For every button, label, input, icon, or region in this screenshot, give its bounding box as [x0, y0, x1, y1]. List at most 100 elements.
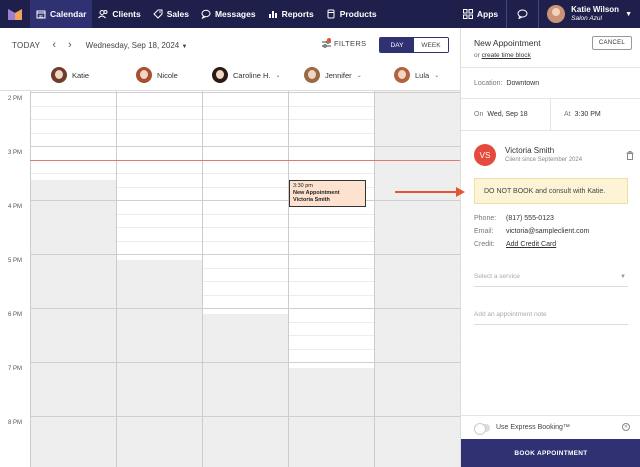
- nav-sales[interactable]: Sales: [147, 0, 195, 28]
- filters-button[interactable]: FILTERS: [322, 37, 367, 48]
- chevron-down-icon: ⌄: [356, 72, 362, 79]
- caret-down-icon: ▼: [620, 274, 626, 280]
- time-column: 2 PM 3 PM 4 PM 5 PM 6 PM 7 PM 8 PM: [0, 91, 30, 467]
- location-row[interactable]: Location: Downtown: [461, 68, 640, 99]
- speech-bubble-icon: [517, 9, 528, 19]
- today-button[interactable]: TODAY: [12, 41, 40, 50]
- staff-column-header[interactable]: Jennifer ⌄: [304, 67, 362, 83]
- user-name: Katie Wilson: [571, 5, 620, 14]
- caret-down-icon: ▼: [625, 10, 632, 18]
- email-label: Email:: [474, 228, 494, 235]
- view-day-button[interactable]: DAY: [380, 38, 414, 52]
- messages-button[interactable]: [506, 0, 540, 28]
- nav-calendar-label: Calendar: [50, 9, 87, 19]
- hour-line: [30, 254, 460, 255]
- time-value: 3:30 PM: [574, 111, 601, 118]
- slot-line: [30, 173, 460, 174]
- user-salon: Salon Azul: [571, 15, 602, 22]
- unavailable-block: [288, 368, 374, 467]
- date-selector[interactable]: Wednesday, Sep 18, 2024 ▼: [86, 41, 188, 50]
- panel-header: New Appointment or create time block CAN…: [461, 28, 640, 68]
- panel-title: New Appointment: [474, 38, 541, 48]
- nav-messages[interactable]: Messages: [195, 0, 262, 28]
- user-menu[interactable]: Katie Wilson Salon Azul ▼: [539, 5, 640, 23]
- clients-icon: [98, 10, 108, 19]
- express-booking-toggle[interactable]: [474, 422, 490, 435]
- cancel-button[interactable]: CANCEL: [592, 36, 632, 50]
- slot-line: [30, 403, 460, 404]
- date-time-row: On Wed, Sep 18 At 3:30 PM: [461, 99, 640, 131]
- slot-line: [30, 376, 460, 377]
- filter-icon: [322, 37, 331, 48]
- close-circle-icon[interactable]: ✕: [622, 423, 630, 431]
- user-text: Katie Wilson Salon Azul: [571, 5, 619, 23]
- slot-line: [30, 106, 460, 107]
- staff-column-header[interactable]: Caroline H. ⌄: [212, 67, 281, 83]
- staff-column-header[interactable]: Lula ⌄: [394, 67, 439, 83]
- nav-messages-label: Messages: [214, 9, 256, 19]
- slot-line: [30, 281, 460, 282]
- trash-icon[interactable]: [626, 151, 634, 160]
- add-credit-card-link[interactable]: Add Credit Card: [506, 241, 556, 248]
- apps-label: Apps: [476, 9, 499, 19]
- hour-line: [30, 308, 460, 309]
- new-appointment-block[interactable]: 3:30 pm New Appointment Victoria Smith: [289, 180, 366, 207]
- time-field[interactable]: At 3:30 PM: [550, 99, 640, 130]
- at-label: At: [564, 111, 571, 118]
- express-booking-row: Use Express Booking™ ✕: [461, 415, 640, 439]
- slot-line: [30, 389, 460, 390]
- hour-line: [30, 146, 460, 147]
- email-row: Email: victoria@sampleclient.com: [474, 228, 589, 235]
- slot-line: [30, 430, 460, 431]
- location-label: Location:: [474, 79, 503, 87]
- staff-header: Katie Nicole Caroline H. ⌄ Jennifer ⌄ Lu…: [30, 62, 460, 90]
- client-name[interactable]: Victoria Smith: [505, 146, 554, 155]
- calendar-grid[interactable]: 2 PM 3 PM 4 PM 5 PM 6 PM 7 PM 8 PM 3:30 …: [0, 90, 460, 467]
- chevron-right-icon[interactable]: ›: [68, 39, 72, 51]
- location-value: Downtown: [506, 79, 540, 87]
- current-time-line: [30, 160, 460, 161]
- unavailable-block: [116, 260, 202, 467]
- time-label: 2 PM: [8, 96, 23, 102]
- nav-sales-label: Sales: [166, 9, 189, 19]
- filters-label: FILTERS: [334, 39, 367, 48]
- time-label: 5 PM: [8, 258, 23, 264]
- chevron-left-icon[interactable]: ‹: [52, 39, 56, 51]
- logo-icon: [8, 9, 22, 20]
- date-field[interactable]: On Wed, Sep 18: [461, 99, 550, 130]
- staff-column: [288, 91, 289, 467]
- staff-column-header[interactable]: Katie: [51, 67, 89, 83]
- service-select[interactable]: Select a service ▼: [474, 273, 628, 287]
- apps-button[interactable]: Apps: [455, 9, 506, 19]
- nav-products[interactable]: Products: [320, 0, 383, 28]
- staff-avatar: [51, 67, 67, 83]
- annotation-arrow-line: [395, 191, 461, 193]
- app-logo[interactable]: [0, 0, 30, 28]
- nav-reports[interactable]: Reports: [262, 0, 320, 28]
- chevron-down-icon: ⌄: [275, 72, 281, 79]
- on-label: On: [474, 111, 484, 118]
- unavailable-block: [202, 314, 288, 467]
- staff-column-header[interactable]: Nicole: [136, 67, 178, 83]
- slot-line: [30, 443, 460, 444]
- slot-line: [30, 268, 460, 269]
- appointment-note-input[interactable]: Add an appointment note: [474, 311, 628, 325]
- hour-line: [30, 92, 460, 93]
- create-time-block-link[interactable]: create time block: [482, 52, 531, 59]
- view-toggle: DAY WEEK: [379, 37, 449, 53]
- staff-column: [202, 91, 203, 467]
- slot-line: [30, 295, 460, 296]
- staff-name: Caroline H.: [233, 70, 271, 80]
- nav-clients[interactable]: Clients: [92, 0, 146, 28]
- annotation-arrow-head: [456, 187, 465, 197]
- email-value: victoria@sampleclient.com: [506, 228, 590, 235]
- chart-icon: [268, 11, 277, 18]
- chevron-down-icon: ⌄: [434, 72, 440, 79]
- nav-calendar[interactable]: 31 Calendar: [30, 0, 93, 28]
- appointment-time: 3:30 pm: [293, 183, 313, 189]
- box-icon: [327, 9, 335, 19]
- panel-subtitle: or create time block: [474, 52, 531, 59]
- view-week-button[interactable]: WEEK: [414, 38, 448, 52]
- book-appointment-button[interactable]: BOOK APPOINTMENT: [461, 439, 640, 467]
- new-appointment-panel: New Appointment or create time block CAN…: [460, 28, 640, 467]
